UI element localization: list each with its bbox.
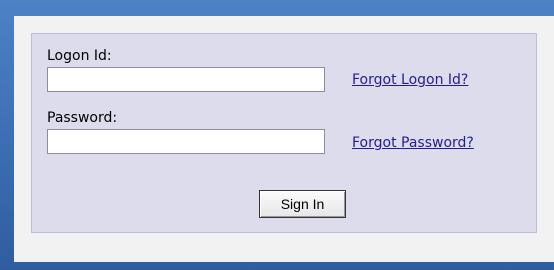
login-form: Logon Id: Forgot Logon Id? Password: For… bbox=[31, 33, 537, 233]
window-frame: Logon Id: Forgot Logon Id? Password: For… bbox=[0, 0, 554, 270]
logon-id-label: Logon Id: bbox=[47, 48, 112, 64]
sign-in-button[interactable]: Sign In bbox=[259, 190, 346, 218]
forgot-password-link[interactable]: Forgot Password? bbox=[352, 135, 474, 151]
password-input[interactable] bbox=[47, 129, 325, 154]
password-label: Password: bbox=[47, 110, 118, 126]
logon-id-input[interactable] bbox=[47, 67, 325, 92]
content-panel: Logon Id: Forgot Logon Id? Password: For… bbox=[14, 16, 554, 262]
forgot-logon-id-link[interactable]: Forgot Logon Id? bbox=[352, 72, 468, 88]
